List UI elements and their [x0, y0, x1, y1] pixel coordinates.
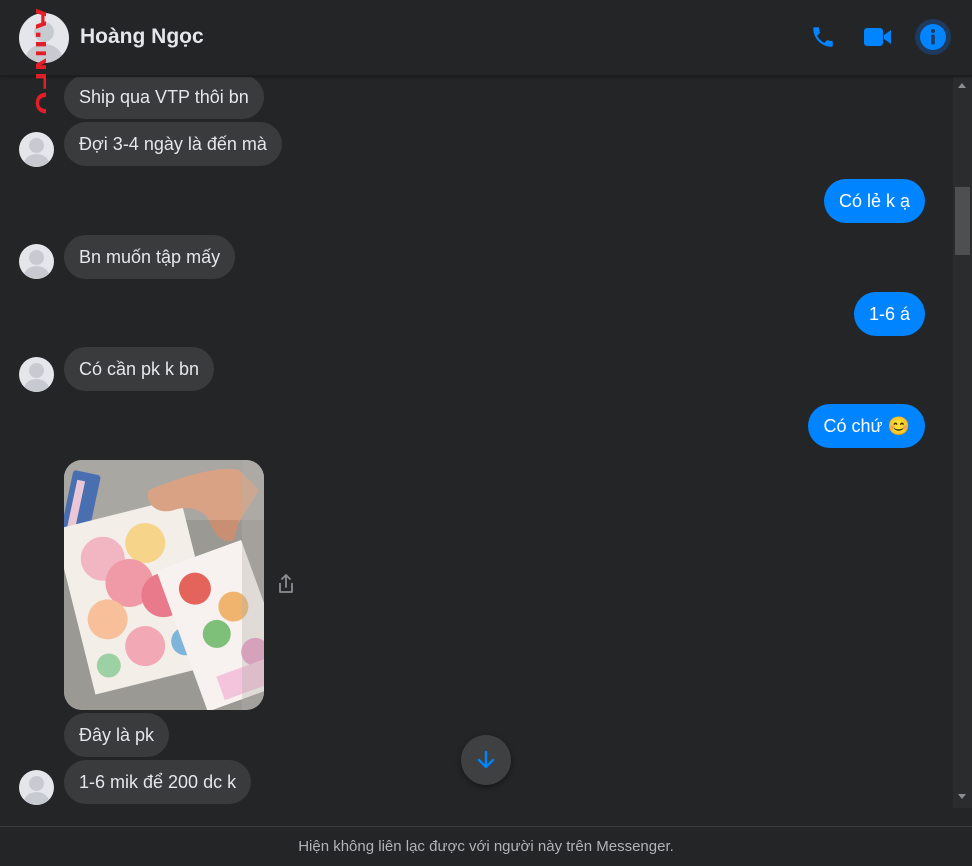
conversation-header: Hoàng Ngọc [0, 0, 972, 76]
contact-name[interactable]: Hoàng Ngọc [80, 25, 204, 49]
info-icon [920, 24, 946, 50]
message-bubble[interactable]: Ship qua VTP thôi bn [64, 77, 264, 119]
message-row-incoming: Có cần pk k bn [64, 347, 215, 391]
sender-avatar[interactable] [19, 132, 54, 167]
conversation-info-button[interactable] [915, 19, 951, 55]
message-row-incoming: Bn muốn tập mấy [64, 235, 236, 279]
messenger-window: Hoàng Ngọc A.INFO Ship qua VTP thôi bn Đ… [0, 0, 972, 866]
composer-unavailable-notice: Hiện không liên lạc được với người này t… [0, 826, 972, 866]
sender-avatar[interactable] [19, 770, 54, 805]
scroll-up-arrow-icon[interactable] [958, 83, 966, 88]
message-bubble[interactable]: 1-6 mik để 200 dc k [64, 760, 252, 804]
watermark-logo: A.INFO [29, 8, 46, 116]
message-row-incoming: Ship qua VTP thôi bn [64, 77, 264, 119]
message-row-outgoing: Có lẻ k ạ [823, 179, 925, 223]
message-bubble[interactable]: Có chứ 😊 [808, 404, 925, 448]
scroll-down-arrow-icon[interactable] [958, 794, 966, 799]
video-camera-icon [864, 28, 891, 46]
svg-text:A.INFO: A.INFO [29, 8, 46, 116]
message-bubble[interactable]: Đây là pk [64, 713, 170, 757]
call-button[interactable] [805, 19, 841, 55]
arrow-down-icon [477, 750, 495, 769]
message-bubble[interactable]: 1-6 á [853, 292, 925, 336]
vertical-scrollbar[interactable] [953, 77, 972, 808]
message-row-incoming: Đây là pk [64, 713, 170, 757]
phone-icon [813, 27, 833, 47]
scrollbar-thumb[interactable] [955, 187, 970, 255]
message-row-outgoing: Có chứ 😊 [808, 404, 925, 448]
message-bubble[interactable]: Có cần pk k bn [64, 347, 215, 391]
message-bubble[interactable]: Bn muốn tập mấy [64, 235, 236, 279]
message-row-incoming: Đợi 3-4 ngày là đến mà [64, 122, 282, 166]
smiling-face-emoji: 😊 [887, 416, 910, 436]
sender-avatar[interactable] [19, 357, 54, 392]
notice-text: Hiện không liên lạc được với người này t… [298, 838, 674, 855]
message-text: Có chứ [823, 416, 883, 436]
message-thread[interactable]: Ship qua VTP thôi bn Đợi 3-4 ngày là đến… [0, 77, 972, 826]
shared-photo[interactable] [64, 460, 264, 710]
share-button[interactable] [275, 572, 297, 596]
message-row-outgoing: 1-6 á [853, 292, 925, 336]
message-bubble[interactable]: Có lẻ k ạ [823, 179, 925, 223]
share-icon [279, 574, 293, 593]
message-row-incoming: 1-6 mik để 200 dc k [64, 760, 252, 804]
video-call-button[interactable] [860, 19, 896, 55]
photo-content [64, 460, 264, 710]
message-bubble[interactable]: Đợi 3-4 ngày là đến mà [64, 122, 282, 166]
sender-avatar[interactable] [19, 244, 54, 279]
jump-to-latest-button[interactable] [461, 735, 511, 785]
